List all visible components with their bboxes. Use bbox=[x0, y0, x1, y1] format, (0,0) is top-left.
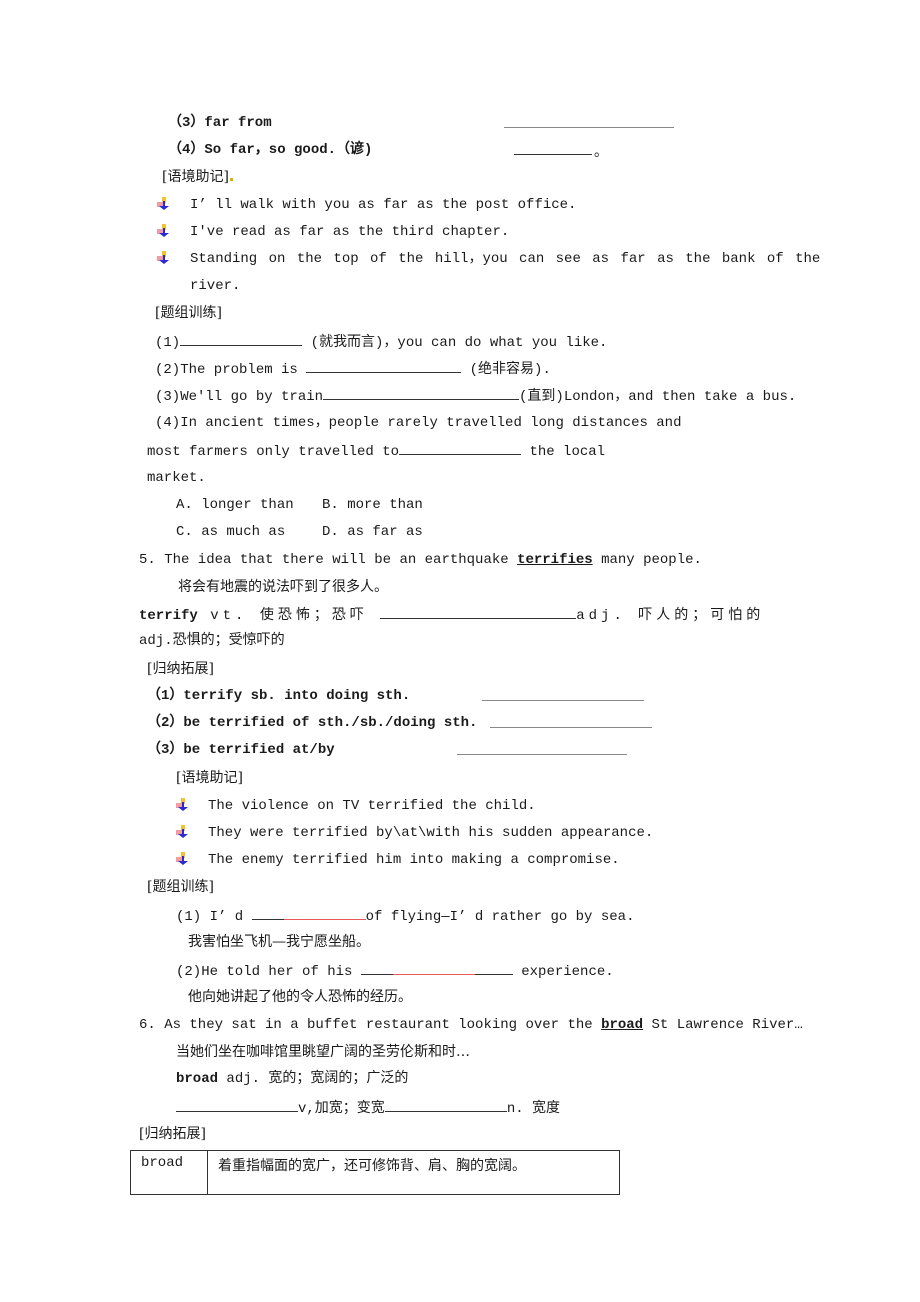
answer-blank[interactable] bbox=[399, 441, 522, 455]
heading-text: [语境助记] bbox=[162, 169, 229, 185]
answer-blank[interactable] bbox=[360, 961, 513, 975]
q-number: (1) bbox=[155, 335, 181, 351]
terrify-definition: terrify vt. 使恐怖；恐吓 adj. 吓人的；可怕的 bbox=[139, 605, 764, 625]
table-cell-word: broad bbox=[130, 1150, 208, 1195]
q-text: (就我而言)，you can do what you like. bbox=[302, 335, 608, 351]
item-text: （4）So far，so good.（谚) bbox=[168, 142, 373, 158]
definition-text: adj. 吓人的；可怕的 bbox=[576, 608, 765, 624]
option-b[interactable]: B. more than bbox=[322, 496, 423, 514]
arrow-bullet-icon bbox=[157, 224, 171, 238]
answer-blank[interactable] bbox=[180, 332, 303, 346]
item-text: （3）far from bbox=[168, 115, 272, 131]
context-heading: [语境助记] bbox=[176, 770, 243, 786]
q2-translation: 他向她讲起了他的令人恐怖的经历。 bbox=[188, 989, 412, 1005]
section6-sentence: 6. As they sat in a buffet restaurant lo… bbox=[139, 1016, 803, 1034]
answer-blank-noun[interactable] bbox=[384, 1098, 507, 1112]
sentence-text: many people. bbox=[592, 552, 702, 568]
section6-translation: 当她们坐在咖啡馆里眺望广阔的圣劳伦斯和时… bbox=[176, 1044, 470, 1060]
red-underline-mark bbox=[283, 919, 366, 920]
broad-definition: broad adj. 宽的；宽阔的；广泛的 bbox=[176, 1070, 408, 1088]
broad-derivatives: v,加宽；变宽 n. 宽度 bbox=[176, 1098, 560, 1118]
headword: terrify bbox=[139, 608, 198, 624]
table-cell-usage: 着重指幅面的宽广，还可修饰背、肩、胸的宽阔。 bbox=[207, 1150, 620, 1195]
example-sentence: I've read as far as the third chapter. bbox=[190, 224, 510, 240]
practice-heading: [题组训练] bbox=[147, 879, 214, 895]
q-text: (直到)London，and then take a bus. bbox=[519, 389, 797, 405]
example-sentence: I’ ll walk with you as far as the post o… bbox=[190, 197, 577, 213]
option-a[interactable]: A. longer than bbox=[176, 496, 294, 514]
answer-blank[interactable] bbox=[504, 114, 674, 128]
answer-blank[interactable] bbox=[380, 605, 577, 619]
answer-blank[interactable] bbox=[482, 687, 644, 701]
q-text: (3)We'll go by train bbox=[155, 389, 324, 405]
extend-item: （1）terrify sb. into doing sth. bbox=[147, 688, 411, 704]
example-sentence-cont: river. bbox=[190, 278, 241, 294]
q-text: (2)He told her of his bbox=[176, 964, 361, 980]
extend-heading: [归纳拓展] bbox=[147, 661, 214, 677]
sentence-text: 5. The idea that there will be an earthq… bbox=[139, 552, 518, 568]
example-sentence: The violence on TV terrified the child. bbox=[208, 798, 536, 814]
arrow-bullet-icon bbox=[157, 251, 171, 265]
option-d[interactable]: D. as far as bbox=[322, 523, 423, 541]
practice-q1: (1) (就我而言)，you can do what you like. bbox=[155, 332, 607, 352]
practice-q2: (2)The problem is (绝非容易). bbox=[155, 359, 551, 379]
practice-q4-line1: (4)In ancient times，people rarely travel… bbox=[155, 415, 682, 431]
answer-blank[interactable] bbox=[457, 741, 627, 755]
headword: broad bbox=[176, 1071, 219, 1087]
section5-translation: 将会有地震的说法吓到了很多人。 bbox=[178, 579, 388, 595]
option-c[interactable]: C. as much as bbox=[176, 523, 285, 541]
q-text: (2)The problem is bbox=[155, 362, 307, 378]
q-text: of flying—I’ d rather go by sea. bbox=[365, 909, 635, 925]
example-sentence: The enemy terrified him into making a co… bbox=[208, 852, 620, 868]
q-text: most farmers only travelled to bbox=[147, 444, 400, 460]
practice-q4-line2: most farmers only travelled to the local bbox=[147, 441, 605, 461]
keyword-terrifies: terrifies bbox=[517, 552, 593, 568]
definition-text: adj. 宽的；宽阔的；广泛的 bbox=[218, 1071, 409, 1087]
derivative-label: v,加宽；变宽 bbox=[298, 1101, 385, 1117]
keyword-broad: broad bbox=[601, 1017, 644, 1033]
table-row: broad 着重指幅面的宽广，还可修饰背、肩、胸的宽阔。 bbox=[130, 1150, 620, 1195]
sentence-text: St Lawrence River… bbox=[643, 1017, 803, 1033]
context-heading: [语境助记] bbox=[162, 168, 233, 186]
extend-item: （3）be terrified at/by bbox=[147, 742, 335, 758]
practice-q3: (3)We'll go by train (直到)London，and then … bbox=[155, 386, 796, 406]
sentence-text: 6. As they sat in a buffet restaurant lo… bbox=[139, 1017, 602, 1033]
example-sentence: They were terrified by\at\with his sudde… bbox=[208, 825, 654, 841]
arrow-bullet-icon bbox=[157, 197, 171, 211]
arrow-bullet-icon bbox=[176, 825, 190, 839]
q1-translation: 我害怕坐飞机—我宁愿坐船。 bbox=[188, 934, 370, 950]
answer-blank-verb[interactable] bbox=[176, 1098, 298, 1112]
answer-blank[interactable] bbox=[490, 714, 652, 728]
section5-sentence: 5. The idea that there will be an earthq… bbox=[139, 551, 702, 569]
practice-q2: (2)He told her of his experience. bbox=[176, 961, 614, 981]
arrow-bullet-icon bbox=[176, 852, 190, 866]
yellow-dot-mark bbox=[229, 178, 233, 181]
q-text: (绝非容易). bbox=[461, 362, 551, 378]
far-from-item: （3）far from bbox=[168, 114, 272, 132]
practice-heading: [题组训练] bbox=[155, 305, 222, 321]
answer-blank[interactable] bbox=[306, 359, 462, 373]
usage-table: broad 着重指幅面的宽广，还可修饰背、肩、胸的宽阔。 bbox=[130, 1150, 620, 1195]
extend-item: （2）be terrified of sth./sb./doing sth. bbox=[147, 715, 478, 731]
definition-text: vt. 使恐怖；恐吓 bbox=[197, 608, 381, 624]
extend-heading: [归纳拓展] bbox=[139, 1126, 206, 1142]
arrow-bullet-icon bbox=[176, 798, 190, 812]
practice-q4-line3: market. bbox=[147, 470, 206, 486]
answer-blank[interactable] bbox=[251, 906, 366, 920]
red-underline-mark bbox=[392, 974, 475, 975]
practice-q1: (1) I’ d of flying—I’ d rather go by sea… bbox=[176, 906, 634, 926]
example-sentence: Standing on the top of the hill，you can … bbox=[190, 251, 821, 267]
period-mark: 。 bbox=[594, 144, 608, 160]
q-text: (1) I’ d bbox=[176, 909, 252, 925]
q-text: experience. bbox=[512, 964, 614, 980]
so-far-item: （4）So far，so good.（谚) bbox=[168, 141, 372, 159]
answer-blank[interactable] bbox=[514, 141, 592, 155]
q-text: the local bbox=[521, 444, 606, 460]
derivative-label: n. 宽度 bbox=[506, 1101, 561, 1117]
answer-blank[interactable] bbox=[323, 386, 520, 400]
terrify-definition-line2: adj.恐惧的；受惊吓的 bbox=[139, 633, 285, 649]
